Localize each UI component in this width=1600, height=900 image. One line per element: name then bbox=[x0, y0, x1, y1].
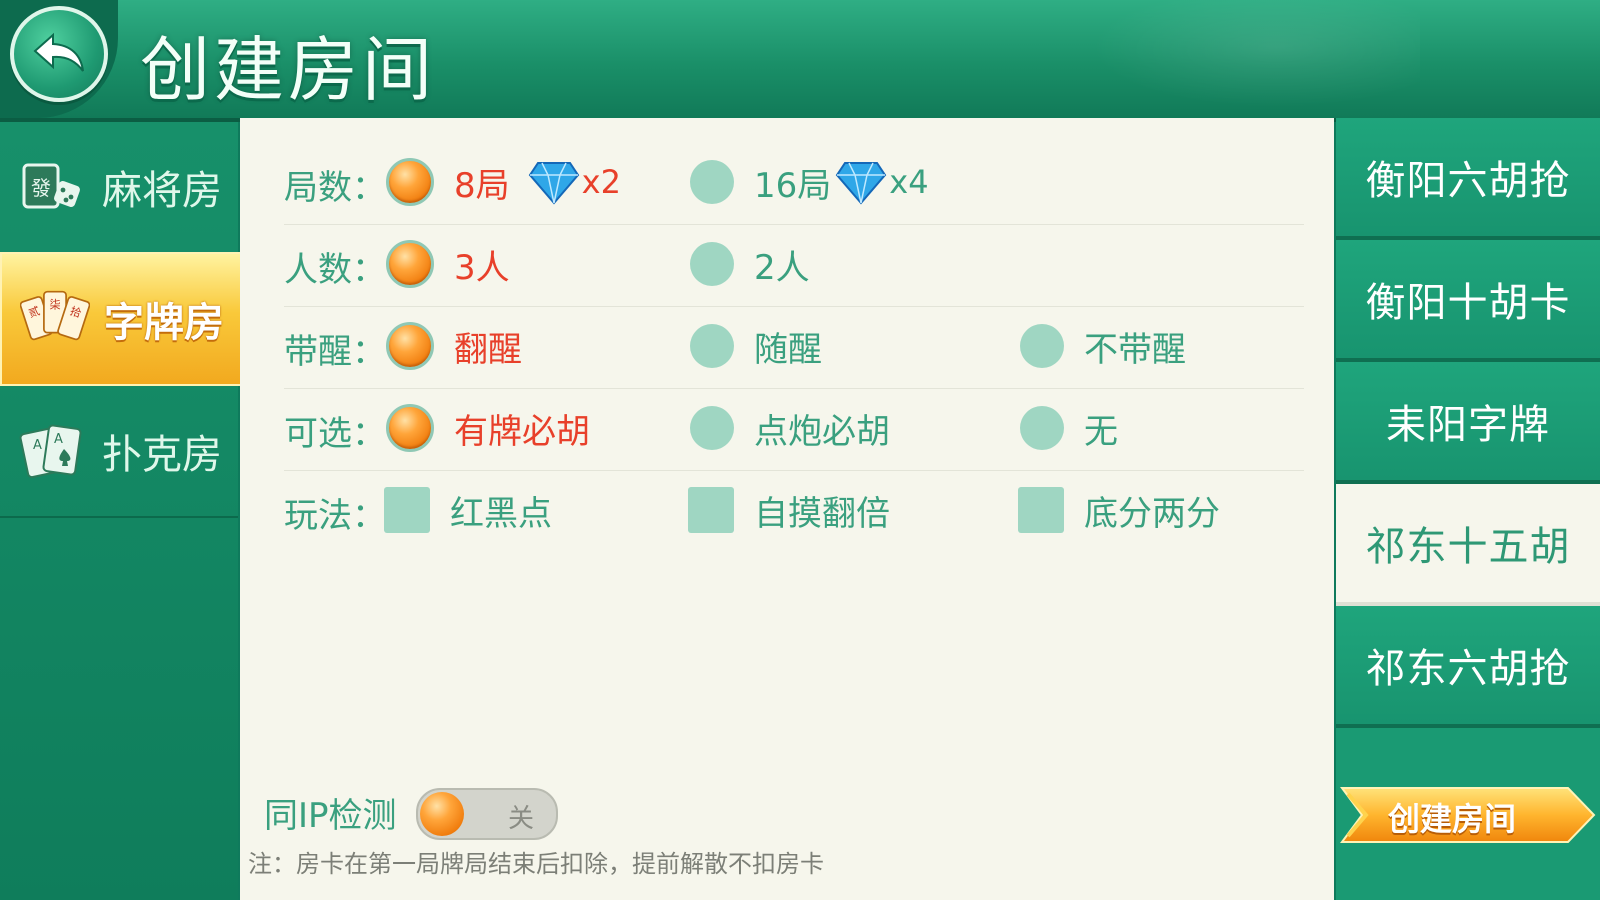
sidebar-item-mahjong[interactable]: 發 麻将房 bbox=[0, 122, 238, 254]
option-label: 有牌必胡 bbox=[454, 411, 590, 452]
option-label: 2人 bbox=[754, 247, 810, 288]
option-label: 翻醒 bbox=[454, 329, 522, 370]
sidebar-item-label: 字牌房 bbox=[104, 300, 224, 346]
header-bar: 创建房间 bbox=[0, 0, 1600, 122]
room-card-note: 注：房卡在第一局牌局结束后扣除，提前解散不扣房卡 bbox=[248, 850, 824, 878]
xing-option-fan[interactable]: 翻醒 bbox=[386, 322, 522, 370]
rules-row: 玩法： 红黑点 自摸翻倍 底分两分 bbox=[284, 470, 1304, 552]
checkbox[interactable] bbox=[384, 487, 430, 533]
optional-label: 可选： bbox=[284, 414, 386, 454]
mahjong-tile-icon: 發 bbox=[18, 152, 88, 222]
radio-unselected[interactable] bbox=[1020, 324, 1064, 368]
rounds-option-16[interactable]: 16局 x4 bbox=[690, 158, 929, 206]
cost-multiplier: x4 bbox=[889, 163, 929, 201]
game-tab-label: 衡阳六胡抢 bbox=[1365, 158, 1571, 204]
option-label: 16局 bbox=[754, 165, 832, 206]
option-label: 3人 bbox=[454, 247, 510, 288]
rules-option-hongheidian[interactable]: 红黑点 bbox=[384, 486, 552, 534]
svg-text:柒: 柒 bbox=[49, 299, 60, 312]
radio-selected[interactable] bbox=[386, 158, 434, 206]
toggle-knob bbox=[420, 792, 464, 836]
radio-selected[interactable] bbox=[386, 240, 434, 288]
game-tab-label: 耒阳字牌 bbox=[1386, 402, 1550, 448]
toggle-state-text: 关 bbox=[507, 804, 534, 834]
xing-option-sui[interactable]: 随醒 bbox=[690, 322, 822, 370]
optional-option-dianpao[interactable]: 点炮必胡 bbox=[690, 404, 890, 452]
game-tab-label: 祁东六胡抢 bbox=[1365, 646, 1571, 692]
rules-option-zimo-double[interactable]: 自摸翻倍 bbox=[688, 486, 890, 534]
options-panel: 局数： 8局 x2 16局 x4 人数： 3人 2人 带醒： 翻醒 随醒 不带醒… bbox=[240, 118, 1334, 900]
cost-multiplier: x2 bbox=[581, 163, 621, 201]
game-tab-leiyang-zipai[interactable]: 耒阳字牌 bbox=[1336, 362, 1600, 484]
radio-unselected[interactable] bbox=[690, 324, 734, 368]
rules-label: 玩法： bbox=[284, 496, 386, 536]
radio-unselected[interactable] bbox=[1020, 406, 1064, 450]
create-room-button[interactable]: 创建房间 bbox=[1340, 786, 1596, 844]
option-label: 无 bbox=[1084, 411, 1118, 452]
xing-row: 带醒： 翻醒 随醒 不带醒 bbox=[284, 306, 1304, 389]
game-tab-qidong-shiwuhu[interactable]: 祁东十五胡 bbox=[1336, 484, 1600, 606]
diamond-icon bbox=[528, 162, 579, 205]
game-tab-label: 祁东十五胡 bbox=[1365, 524, 1571, 570]
diamond-icon bbox=[836, 162, 887, 205]
rounds-option-8[interactable]: 8局 x2 bbox=[386, 158, 621, 206]
game-list: 衡阳六胡抢 衡阳十胡卡 耒阳字牌 祁东十五胡 祁东六胡抢 创建房间 bbox=[1336, 118, 1600, 900]
option-label: 不带醒 bbox=[1084, 329, 1186, 370]
option-label: 底分两分 bbox=[1084, 493, 1220, 534]
room-type-sidebar: 發 麻将房 贰 柒 拾 字牌房 A A 扑克房 bbox=[0, 122, 242, 900]
option-label: 红黑点 bbox=[450, 493, 552, 534]
svg-text:A: A bbox=[54, 432, 63, 447]
game-tab-label: 衡阳十胡卡 bbox=[1365, 280, 1571, 326]
optional-row: 可选： 有牌必胡 点炮必胡 无 bbox=[284, 388, 1304, 471]
sidebar-item-label: 扑克房 bbox=[102, 432, 222, 478]
game-tab-qidong-liuhuqiang[interactable]: 祁东六胡抢 bbox=[1336, 606, 1600, 728]
header-decoration bbox=[1060, 0, 1420, 118]
xing-option-none[interactable]: 不带醒 bbox=[1020, 322, 1186, 370]
zipai-cards-icon: 贰 柒 拾 bbox=[20, 284, 90, 354]
create-room-label: 创建房间 bbox=[1388, 800, 1517, 838]
ip-check-label: 同IP检测 bbox=[264, 796, 397, 836]
svg-text:A: A bbox=[33, 438, 42, 453]
radio-unselected[interactable] bbox=[690, 406, 734, 450]
players-option-2[interactable]: 2人 bbox=[690, 240, 810, 288]
ip-check-toggle[interactable]: 关 bbox=[416, 788, 558, 840]
svg-text:發: 發 bbox=[31, 176, 51, 200]
players-label: 人数： bbox=[284, 250, 386, 290]
option-label: 随醒 bbox=[754, 329, 822, 370]
optional-option-must-hu[interactable]: 有牌必胡 bbox=[386, 404, 590, 452]
radio-unselected[interactable] bbox=[690, 242, 734, 286]
sidebar-item-label: 麻将房 bbox=[102, 168, 222, 214]
sidebar-item-zipai[interactable]: 贰 柒 拾 字牌房 bbox=[0, 252, 242, 386]
xing-label: 带醒： bbox=[284, 332, 386, 372]
players-option-3[interactable]: 3人 bbox=[386, 240, 510, 288]
optional-option-none[interactable]: 无 bbox=[1020, 404, 1118, 452]
players-row: 人数： 3人 2人 bbox=[284, 224, 1304, 307]
back-button[interactable] bbox=[10, 6, 108, 102]
game-tab-hengyang-liuhuqiang[interactable]: 衡阳六胡抢 bbox=[1336, 118, 1600, 240]
rounds-label: 局数： bbox=[284, 168, 386, 208]
radio-selected[interactable] bbox=[386, 322, 434, 370]
radio-unselected[interactable] bbox=[690, 160, 734, 204]
option-label: 自摸翻倍 bbox=[754, 493, 890, 534]
back-arrow-icon bbox=[33, 32, 84, 72]
option-label: 8局 bbox=[454, 165, 510, 206]
checkbox[interactable] bbox=[1018, 487, 1064, 533]
option-label: 点炮必胡 bbox=[754, 411, 890, 452]
radio-selected[interactable] bbox=[386, 404, 434, 452]
poker-cards-icon: A A bbox=[18, 416, 88, 486]
game-tab-hengyang-shihuka[interactable]: 衡阳十胡卡 bbox=[1336, 240, 1600, 362]
page-title: 创建房间 bbox=[140, 29, 436, 111]
sidebar-item-poker[interactable]: A A 扑克房 bbox=[0, 386, 238, 518]
rules-option-base-two[interactable]: 底分两分 bbox=[1018, 486, 1220, 534]
checkbox[interactable] bbox=[688, 487, 734, 533]
rounds-row: 局数： 8局 x2 16局 x4 bbox=[284, 142, 1304, 225]
